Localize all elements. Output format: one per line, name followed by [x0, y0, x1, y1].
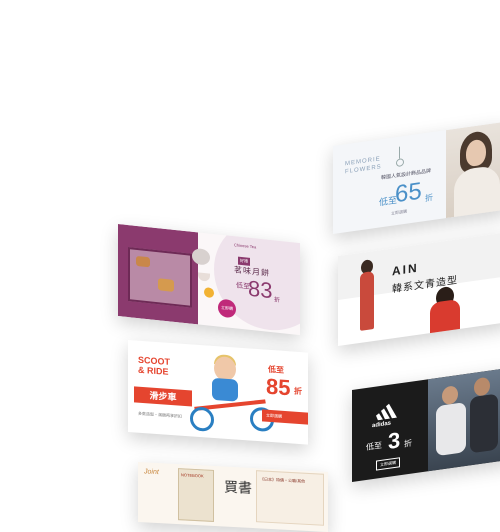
- model-right-photo: [430, 298, 460, 344]
- books-banner[interactable]: Joint NOTEBOOK 買書 《日本》特價・公職/其他: [138, 462, 328, 532]
- scooter-discount-value: 85: [266, 373, 291, 401]
- model-body: [470, 393, 498, 454]
- jewelry-banner[interactable]: MEMORIE FLOWERS 韓國人氣設計飾品品牌 低至 65 折 立即選購: [333, 121, 500, 234]
- adidas-banner[interactable]: adidas 低至 3 折 立即選購: [352, 367, 500, 482]
- fruit-icon: [204, 287, 214, 299]
- scooter-discount-suffix: 折: [294, 386, 302, 397]
- banner-collage: MEMORIE FLOWERS 韓國人氣設計飾品品牌 低至 65 折 立即選購 …: [0, 0, 500, 532]
- teacup-icon: [198, 272, 210, 282]
- scooter-title: SCOOT & RIDE: [138, 354, 171, 377]
- bike-wheel-icon: [190, 406, 214, 433]
- adidas-discount-prefix: 低至: [366, 440, 382, 453]
- model-left-photo: [360, 270, 374, 331]
- adidas-discount-suffix: 折: [404, 438, 412, 449]
- scooter-banner[interactable]: SCOOT & RIDE 滑步車 多款造型・滿額再享折扣 低至 85 折 立即選…: [128, 340, 308, 445]
- mooncake-banner[interactable]: Chinese Tea 好禮 茗味月餅 低至 83 折 立即購: [118, 224, 300, 336]
- ain-banner[interactable]: AIN 韓系文青造型: [338, 231, 500, 346]
- kid-body: [212, 377, 238, 402]
- jewelry-discount-suffix: 折: [425, 192, 433, 204]
- adidas-logo-icon: [376, 403, 397, 421]
- jewelry-discount-value: 65: [395, 177, 422, 209]
- adidas-cta-button[interactable]: 立即選購: [376, 457, 400, 471]
- scooter-category: 滑步車: [134, 386, 192, 407]
- scooter-fine-print: 多款造型・滿額再享折扣: [138, 410, 182, 419]
- pendant-icon: [396, 158, 404, 168]
- mooncake-discount-suffix: 折: [274, 297, 281, 305]
- necklace-icon: [399, 146, 400, 159]
- jewelry-brand: MEMORIE FLOWERS: [345, 156, 382, 176]
- adidas-discount-value: 3: [388, 427, 401, 454]
- model-body: [436, 401, 466, 457]
- jewelry-model-photo: [446, 121, 500, 221]
- books-center-title: 買書: [224, 478, 252, 496]
- mooncake-discount-value: 83: [248, 275, 273, 304]
- mooncake-giftbox-photo: [118, 224, 198, 325]
- books-left-title: Joint: [144, 468, 159, 477]
- jewelry-cta[interactable]: 立即選購: [391, 209, 407, 217]
